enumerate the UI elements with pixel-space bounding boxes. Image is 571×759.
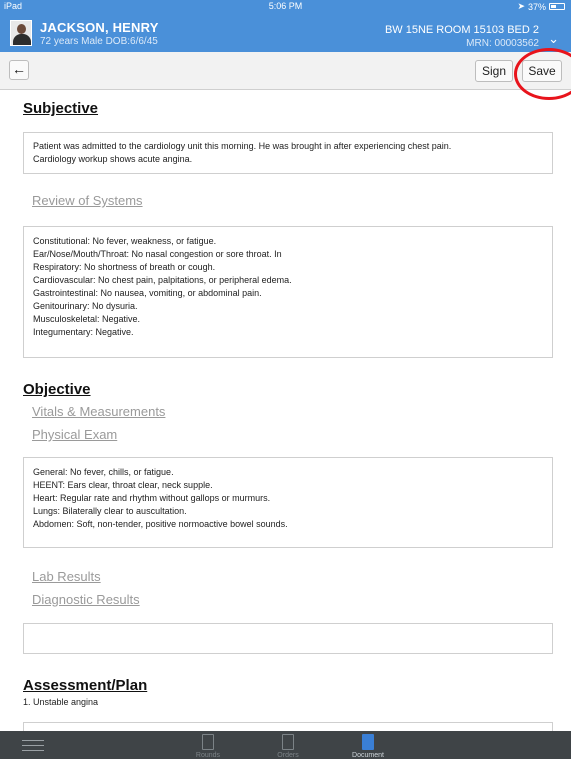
patient-mrn: MRN: 00003562 (466, 38, 539, 49)
review-of-systems-link[interactable]: Review of Systems (32, 193, 143, 208)
physical-exam-box[interactable]: General: No fever, chills, or fatigue. H… (23, 457, 553, 548)
diagnostic-results-box[interactable] (23, 623, 553, 654)
battery-percent: 37% (527, 1, 546, 12)
exam-line: Abdomen: Soft, non-tender, positive norm… (33, 519, 288, 529)
diagnostic-results-link[interactable]: Diagnostic Results (32, 592, 140, 607)
exam-line: Lungs: Bilaterally clear to auscultation… (33, 506, 187, 516)
status-indicators: ➤ 37% (517, 1, 565, 12)
document-icon (362, 734, 374, 750)
location-icon: ➤ (517, 1, 525, 11)
vitals-measurements-link[interactable]: Vitals & Measurements (32, 404, 165, 419)
ros-line: Respiratory: No shortness of breath or c… (33, 262, 216, 272)
tab-label: Rounds (195, 752, 221, 759)
sign-button[interactable]: Sign (475, 60, 513, 82)
patient-name: JACKSON, HENRY (40, 20, 159, 35)
patient-avatar (10, 20, 32, 46)
ros-line: Constitutional: No fever, weakness, or f… (33, 236, 217, 246)
tab-rounds[interactable]: Rounds (178, 734, 238, 759)
subjective-line: Cardiology workup shows acute angina. (33, 154, 193, 164)
physical-exam-link[interactable]: Physical Exam (32, 427, 117, 442)
subjective-line: Patient was admitted to the cardiology u… (33, 141, 452, 151)
back-arrow-icon[interactable]: ← (9, 60, 29, 80)
ros-line: Gastrointestinal: No nausea, vomiting, o… (33, 288, 262, 298)
save-button[interactable]: Save (522, 60, 562, 82)
assessment-item: 1. Unstable angina (23, 697, 99, 707)
note-content: Subjective Patient was admitted to the c… (0, 90, 571, 731)
ros-line: Integumentary: Negative. (33, 327, 134, 337)
review-of-systems-box[interactable]: Constitutional: No fever, weakness, or f… (23, 226, 553, 358)
patient-room: BW 15NE ROOM 15103 BED 2 (384, 24, 539, 36)
tab-orders[interactable]: Orders (258, 734, 318, 759)
chevron-down-icon[interactable]: ⌄ (548, 31, 559, 47)
orders-icon (282, 734, 294, 750)
assessment-plan-box[interactable] (23, 722, 553, 731)
menu-icon[interactable] (22, 740, 44, 755)
tab-label: Document (352, 752, 384, 759)
battery-icon (549, 3, 565, 10)
ros-line: Cardiovascular: No chest pain, palpitati… (33, 275, 292, 285)
status-bar: iPad 5:06 PM ➤ 37% (0, 0, 571, 14)
tab-document[interactable]: Document (338, 734, 398, 759)
patient-demographics: 72 years Male DOB:6/6/45 (40, 36, 158, 47)
patient-header[interactable]: JACKSON, HENRY 72 years Male DOB:6/6/45 … (0, 14, 571, 52)
bottom-tab-bar: Rounds Orders Document (0, 731, 571, 759)
objective-heading: Objective (23, 381, 91, 398)
ros-line: Musculoskeletal: Negative. (33, 314, 141, 324)
exam-line: HEENT: Ears clear, throat clear, neck su… (33, 480, 213, 490)
subjective-heading: Subjective (23, 100, 99, 117)
tab-label: Orders (277, 752, 299, 759)
document-toolbar: ← Sign Save (0, 52, 571, 90)
subjective-note-box[interactable]: Patient was admitted to the cardiology u… (23, 132, 553, 174)
exam-line: General: No fever, chills, or fatigue. (33, 467, 174, 477)
clipboard-icon (202, 734, 214, 750)
status-time: 5:06 PM (268, 1, 303, 11)
assessment-plan-heading: Assessment/Plan (23, 677, 148, 694)
ros-line: Genitourinary: No dysuria. (33, 301, 138, 311)
exam-line: Heart: Regular rate and rhythm without g… (33, 493, 271, 503)
ros-line: Ear/Nose/Mouth/Throat: No nasal congesti… (33, 249, 282, 259)
lab-results-link[interactable]: Lab Results (32, 569, 101, 584)
